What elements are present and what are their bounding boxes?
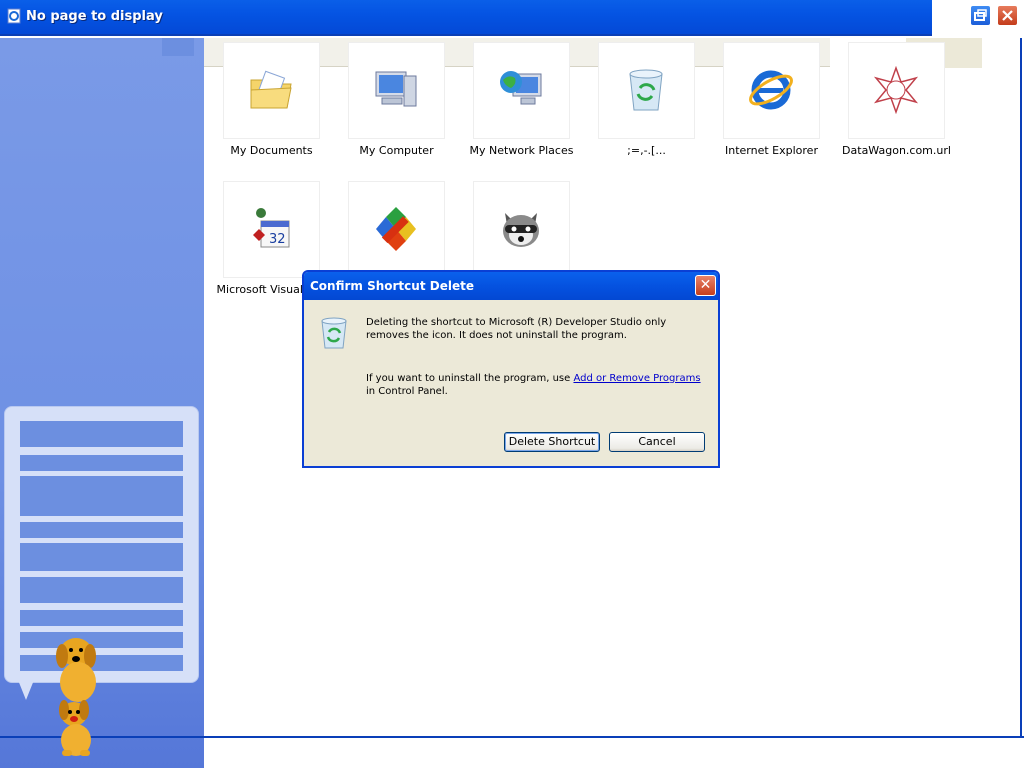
message-prefix: If you want to uninstall the program, us… xyxy=(366,373,574,384)
window-right-border xyxy=(1020,38,1022,738)
desktop-item-recycle-bin[interactable]: ;=,-.[... xyxy=(584,42,709,157)
recycle-bin-icon xyxy=(321,317,347,349)
window-title: No page to display xyxy=(26,9,163,24)
delete-shortcut-button[interactable]: Delete Shortcut xyxy=(504,432,600,452)
desktop-item-my-network-places[interactable]: My Network Places xyxy=(459,42,584,157)
bubble-line xyxy=(20,577,183,603)
visual-basic-calendar-icon: 32 xyxy=(223,181,320,278)
restore-button[interactable] xyxy=(970,5,991,26)
datawagon-label: DataWagon.com.url xyxy=(842,144,951,157)
speech-bubble-tail xyxy=(18,680,34,700)
bubble-line xyxy=(20,610,183,626)
search-companion-dog-icon[interactable] xyxy=(44,632,114,762)
dialog-message-uninstall: If you want to uninstall the program, us… xyxy=(366,372,706,398)
raccoon-icon xyxy=(473,181,570,278)
internet-explorer-label: Internet Explorer xyxy=(725,144,818,157)
recycle-bin-label: ;=,-.[... xyxy=(627,144,666,157)
close-icon: ✕ xyxy=(699,277,712,293)
desktop-item-my-computer[interactable]: My Computer xyxy=(334,42,459,157)
bubble-line xyxy=(20,476,183,516)
my-computer-label: My Computer xyxy=(359,144,434,157)
bubble-line xyxy=(20,421,183,447)
bubble-line xyxy=(20,455,183,471)
bubble-line xyxy=(20,543,183,571)
my-computer-icon xyxy=(348,42,445,139)
dialog-title: Confirm Shortcut Delete xyxy=(310,279,474,293)
close-button[interactable] xyxy=(997,5,1018,26)
cancel-button[interactable]: Cancel xyxy=(609,432,705,452)
dialog-message: Deleting the shortcut to Microsoft (R) D… xyxy=(366,317,667,341)
desktop-item-datawagon[interactable]: DataWagon.com.url xyxy=(834,42,959,157)
desktop-item-internet-explorer[interactable]: Internet Explorer xyxy=(709,42,834,157)
restore-icon xyxy=(974,9,987,21)
my-documents-icon xyxy=(223,42,320,139)
my-documents-label: My Documents xyxy=(230,144,313,157)
toolbar-square xyxy=(162,38,194,56)
recycle-bin-icon xyxy=(598,42,695,139)
bubble-line xyxy=(20,522,183,538)
dialog-title-bar: Confirm Shortcut Delete ✕ xyxy=(304,272,718,300)
dialog-close-button[interactable]: ✕ xyxy=(695,275,716,296)
ie-page-icon xyxy=(7,8,21,24)
close-icon xyxy=(1002,10,1013,21)
svg-text:32: 32 xyxy=(269,232,286,247)
desktop-item-my-documents[interactable]: My Documents xyxy=(209,42,334,157)
desktop-item-raccoon[interactable] xyxy=(459,181,584,283)
network-places-icon xyxy=(473,42,570,139)
add-remove-programs-link[interactable]: Add or Remove Programs xyxy=(573,373,700,384)
developer-studio-icon xyxy=(348,181,445,278)
confirm-shortcut-delete-dialog: Confirm Shortcut Delete ✕ Deleting the s… xyxy=(302,270,720,468)
dialog-body: Deleting the shortcut to Microsoft (R) D… xyxy=(304,300,718,466)
desktop-item-developer-studio[interactable] xyxy=(334,181,459,283)
internet-explorer-icon xyxy=(723,42,820,139)
datawagon-star-icon xyxy=(848,42,945,139)
message-suffix: in Control Panel. xyxy=(366,386,448,397)
window-title-bar: No page to display xyxy=(0,0,932,36)
my-network-places-label: My Network Places xyxy=(469,144,574,157)
window-bottom-border xyxy=(0,736,1024,738)
